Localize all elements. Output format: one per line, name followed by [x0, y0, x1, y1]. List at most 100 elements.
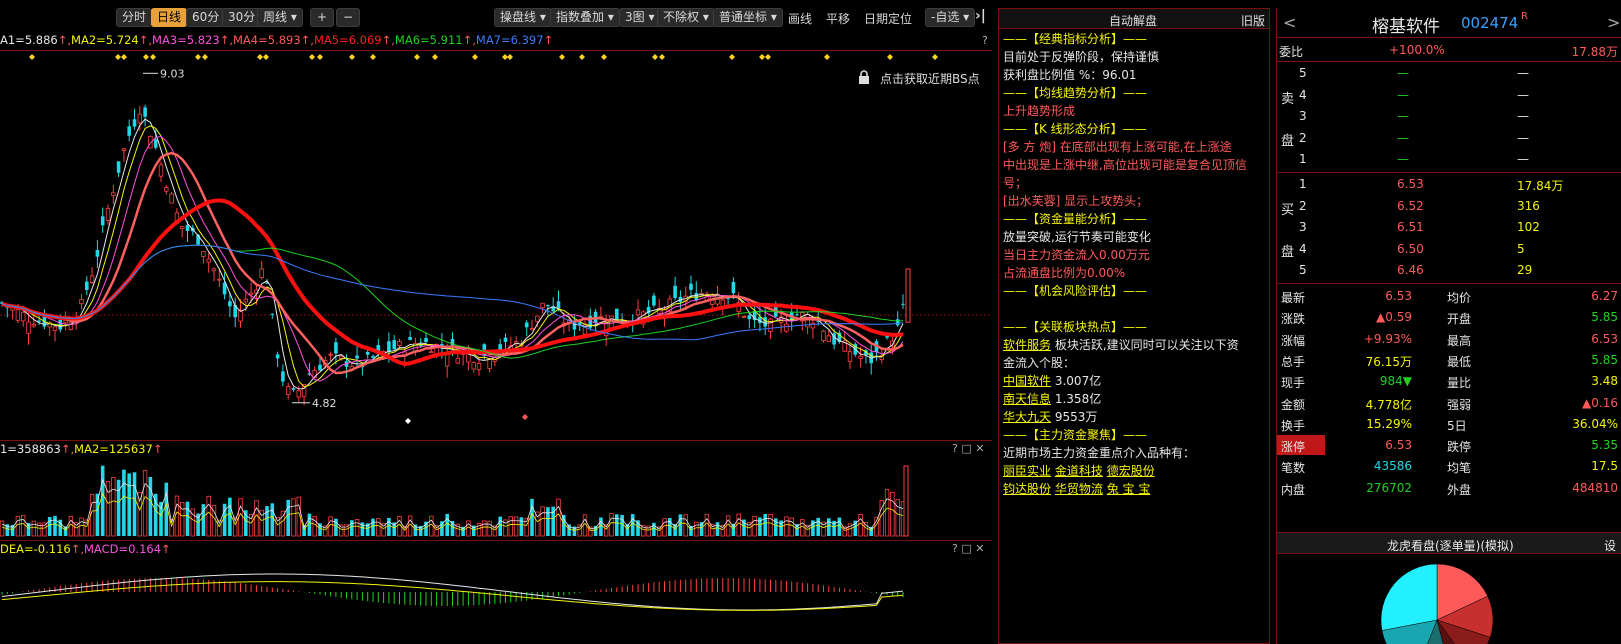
focus-stock-link[interactable]: 华贸物流: [1055, 482, 1103, 496]
focus-stock-link[interactable]: 丽臣实业: [1003, 464, 1051, 478]
section-head: ——【关联板块热点】——: [1003, 320, 1148, 334]
watchlist-dropdown[interactable]: -自选 ▾: [925, 8, 976, 27]
stock-link[interactable]: 华大九天: [1003, 410, 1051, 424]
sell-level-row[interactable]: 4 — —: [1277, 84, 1621, 106]
sector-link[interactable]: 软件服务: [1003, 338, 1051, 352]
candle-body: [20, 311, 26, 322]
buy-level-row[interactable]: 4 6.50 5: [1277, 238, 1621, 260]
stock-link[interactable]: 南天信息: [1003, 392, 1051, 406]
pane-controls[interactable]: ? □ ✕: [952, 542, 984, 555]
chevron-down-icon: ▾: [607, 10, 614, 24]
up-arrow-icon: ↑,: [57, 33, 72, 47]
stat-label: 最低: [1447, 354, 1472, 369]
candle-body: [95, 250, 100, 257]
volume-bar: [725, 515, 731, 537]
stat-row: 换手 15.29% 5日 36.04%: [1277, 414, 1621, 436]
period-tab-60min[interactable]: 60分: [186, 8, 226, 27]
help-icon[interactable]: ?: [982, 34, 988, 47]
bs-point-hint[interactable]: 点击获取近期BS点: [880, 70, 980, 87]
stock-value: 3.007亿: [1054, 374, 1102, 388]
three-chart-dropdown[interactable]: 3图 ▾: [619, 8, 661, 27]
lock-icon: [858, 70, 870, 84]
level-volume: 316: [1517, 198, 1540, 213]
bs-diamond-icon: [601, 54, 607, 60]
volume-bar: [244, 510, 248, 536]
candle-body: [387, 341, 391, 352]
analysis-title: 自动解盘: [1109, 14, 1158, 28]
candle-body: [127, 126, 131, 136]
pane-controls[interactable]: ? □ ✕: [952, 442, 984, 455]
stock-link[interactable]: 中国软件: [1003, 374, 1051, 388]
stat-value: 76.15万: [1365, 354, 1412, 369]
zoom-in-button[interactable]: +: [310, 8, 334, 27]
stat-label: 5日: [1447, 418, 1467, 433]
volume-bar: [371, 518, 375, 536]
analysis-line: 中出现是上涨中继,高位出现可能是复合见顶信: [1003, 158, 1247, 172]
stat-row: 涨停 6.53 跌停 5.35: [1277, 435, 1621, 457]
sell-level-row[interactable]: 3 — —: [1277, 105, 1621, 127]
buy-level-row[interactable]: 5 6.46 29: [1277, 259, 1621, 281]
period-tab-daily[interactable]: 日线: [151, 8, 188, 27]
bs-diamond-icon: [432, 54, 438, 60]
kline-chart-area[interactable]: 分时 日线 60分 30分 周线 ▾ + − 操盘线 ▾ 指数叠加 ▾ 3图 ▾…: [0, 0, 992, 644]
bs-diamond-icon: [652, 54, 658, 60]
candle-body: [503, 337, 508, 342]
sell-level-row[interactable]: 2 — —: [1277, 127, 1621, 149]
volume-bar: [185, 501, 190, 536]
bs-diamond-icon: [414, 54, 420, 60]
pan-button[interactable]: 平移: [826, 10, 850, 27]
buy-side-label: 买: [1281, 203, 1295, 218]
caopanxian-dropdown[interactable]: 操盘线 ▾: [494, 8, 552, 27]
focus-stock-link[interactable]: 金道科技: [1055, 464, 1103, 478]
collapse-panel-button[interactable]: ›|: [975, 8, 986, 24]
bs-diamond-icon: [765, 54, 771, 60]
old-version-button[interactable]: 旧版: [1241, 12, 1265, 29]
no-adjust-dropdown[interactable]: 不除权 ▾: [657, 8, 715, 27]
candle-body: [296, 390, 301, 398]
focus-stock-link[interactable]: 钧达股份: [1003, 482, 1051, 496]
stat-label: 均笔: [1447, 461, 1472, 476]
buy-level-row[interactable]: 3 6.51 102: [1277, 216, 1621, 238]
volume-bar: [630, 514, 635, 536]
bs-diamond-icon: [932, 54, 938, 60]
stat-label: 涨幅: [1281, 333, 1306, 348]
date-locate-button[interactable]: 日期定位: [864, 10, 912, 27]
next-stock-arrow-icon[interactable]: >: [1607, 13, 1620, 32]
stat-label: 外盘: [1447, 482, 1472, 497]
candle-body: [143, 107, 147, 117]
three-chart-label: 3图: [625, 10, 645, 24]
volume-bar: [699, 522, 704, 536]
stat-label: 涨停: [1281, 440, 1306, 455]
stat-label: 强弱: [1447, 397, 1472, 412]
buy-level-row[interactable]: 2 6.52 316: [1277, 195, 1621, 217]
price-chart[interactable]: 9.03 4.82: [0, 50, 992, 440]
period-tab-fenshi[interactable]: 分时: [116, 8, 153, 27]
index-overlay-dropdown[interactable]: 指数叠加 ▾: [550, 8, 620, 27]
period-tab-weekly[interactable]: 周线 ▾: [257, 8, 303, 27]
level-volume: —: [1517, 109, 1529, 123]
draw-line-button[interactable]: 画线: [788, 10, 812, 27]
period-tab-30min[interactable]: 30分: [222, 8, 262, 27]
sell-level-row[interactable]: 1 — —: [1277, 148, 1621, 170]
focus-stock-link[interactable]: 德宏股份: [1107, 464, 1155, 478]
volume-chart[interactable]: [0, 456, 992, 538]
axis-mode-dropdown[interactable]: 普通坐标 ▾: [713, 8, 783, 27]
volume-bar: [784, 516, 789, 537]
volume-bar: [903, 465, 909, 537]
settings-button[interactable]: 设: [1604, 537, 1616, 554]
dragon-tiger-title[interactable]: 龙虎看盘(逐单量)(模拟): [1387, 537, 1514, 554]
up-arrow-icon: ↑,: [219, 33, 233, 47]
volume-bar: [768, 513, 773, 537]
zoom-out-button[interactable]: −: [336, 8, 360, 27]
stat-label: 最高: [1447, 333, 1472, 348]
focus-stock-link[interactable]: 兔 宝 宝: [1107, 482, 1151, 496]
volume-bar: [291, 498, 296, 537]
index-overlay-label: 指数叠加: [556, 10, 605, 24]
buy-level-row[interactable]: 1 6.53 17.84万: [1277, 173, 1621, 195]
sell-level-row[interactable]: 5 — —: [1277, 62, 1621, 84]
analysis-line: [多 方 炮] 在底部出现有上涨可能,在上涨途: [1003, 140, 1232, 154]
bs-diamond-icon: [115, 54, 121, 60]
macd-chart[interactable]: [0, 556, 992, 644]
prev-stock-arrow-icon[interactable]: <: [1283, 13, 1296, 32]
macd-legend: DEA=-0.116↑,MACD=0.164↑: [0, 542, 171, 556]
